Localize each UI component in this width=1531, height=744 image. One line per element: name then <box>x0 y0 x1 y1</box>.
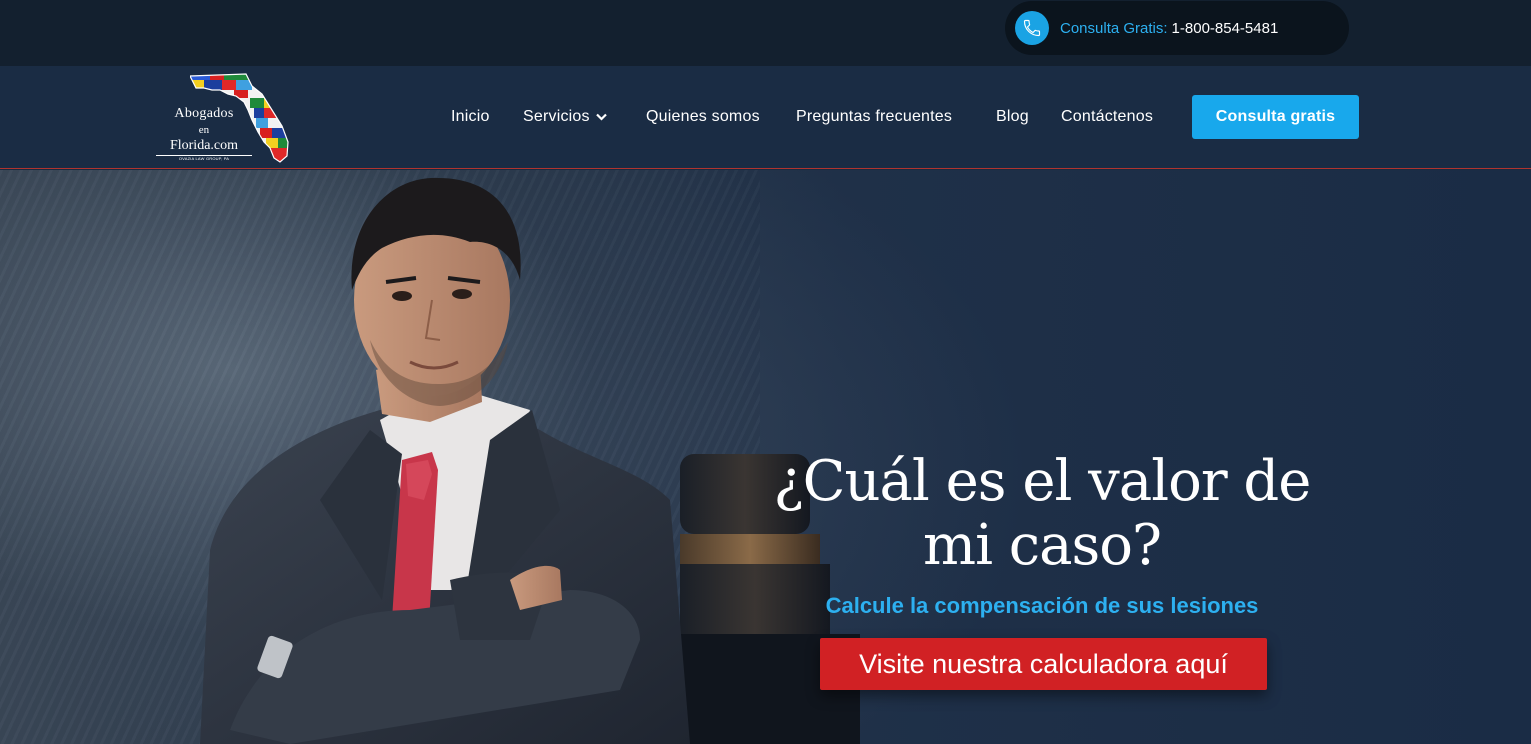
nav-servicios-label: Servicios <box>523 108 590 126</box>
calculator-button[interactable]: Visite nuestra calculadora aquí <box>820 638 1267 690</box>
phone-icon <box>1015 11 1049 45</box>
lawyer-photo <box>200 177 690 744</box>
phone-number[interactable]: 1-800-854-5481 <box>1172 20 1279 37</box>
logo-wordmark: Abogados en Florida.com <box>156 106 252 156</box>
nav-servicios[interactable]: Servicios <box>523 108 607 126</box>
logo-line-1: Abogados <box>174 106 234 121</box>
logo-line-2: en <box>198 124 210 136</box>
free-consultation-button[interactable]: Consulta gratis <box>1192 95 1359 139</box>
hero-subtitle: Calcule la compensación de sus lesiones <box>825 593 1259 618</box>
nav-inicio[interactable]: Inicio <box>451 108 490 126</box>
nav-preguntas-frecuentes[interactable]: Preguntas frecuentes <box>796 108 952 126</box>
chevron-down-icon <box>595 108 607 126</box>
nav-quienes-somos[interactable]: Quienes somos <box>646 108 760 126</box>
logo-subline: OVAZIA LAW GROUP, PA <box>178 156 230 161</box>
hero-section: ¿Cuál es el valor de mi caso? Calcule la… <box>0 170 1531 744</box>
hero-title-line-1: ¿Cuál es el valor de <box>773 449 1312 514</box>
consult-label: Consulta Gratis: <box>1060 19 1168 37</box>
main-navbar: Abogados en Florida.com OVAZIA LAW GROUP… <box>0 66 1531 169</box>
hero-title-line-2: mi caso? <box>922 513 1162 578</box>
nav-blog[interactable]: Blog <box>996 108 1029 126</box>
nav-contactenos[interactable]: Contáctenos <box>1061 108 1153 126</box>
top-bar: Consulta Gratis: 1-800-854-5481 <box>0 0 1531 66</box>
site-logo[interactable]: Abogados en Florida.com OVAZIA LAW GROUP… <box>156 72 292 164</box>
logo-line-3: Florida.com <box>156 138 252 156</box>
phone-contact[interactable]: Consulta Gratis: 1-800-854-5481 <box>1005 1 1349 55</box>
hero-title: ¿Cuál es el valor de mi caso? <box>762 450 1322 578</box>
